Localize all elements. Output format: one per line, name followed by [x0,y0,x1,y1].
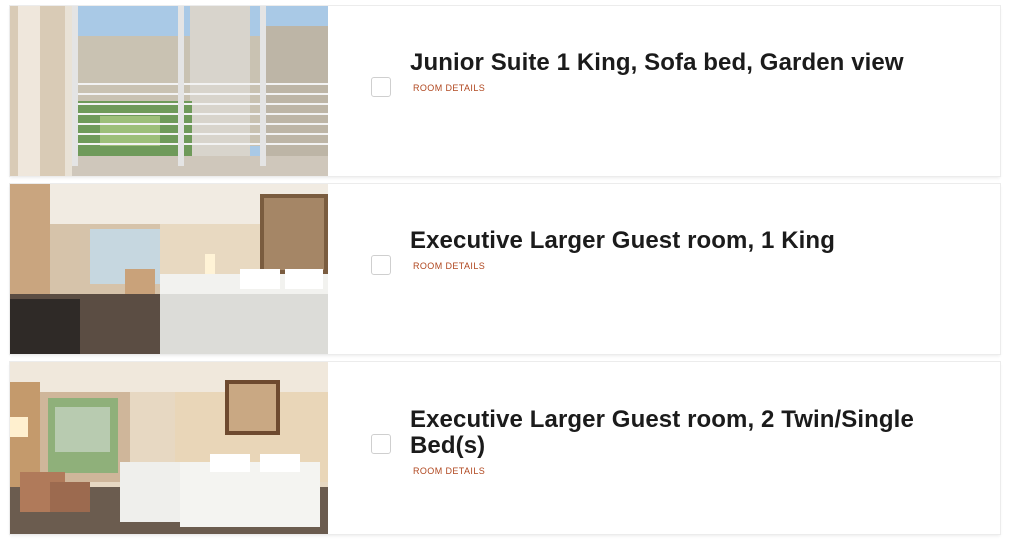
room-select-checkbox[interactable] [371,255,391,275]
room-card: Junior Suite 1 King, Sofa bed, Garden vi… [10,6,1000,176]
room-details-link[interactable]: ROOM DETAILS [413,466,485,476]
room-title: Executive Larger Guest room, 1 King [410,227,835,254]
room-title: Junior Suite 1 King, Sofa bed, Garden vi… [410,49,904,76]
room-list: Junior Suite 1 King, Sofa bed, Garden vi… [0,0,1024,544]
room-photo-balcony[interactable] [10,6,328,176]
room-details-link[interactable]: ROOM DETAILS [413,83,485,93]
room-card: Executive Larger Guest room, 1 King ROOM… [10,184,1000,354]
room-select-checkbox[interactable] [371,77,391,97]
room-photo-twin-bedroom[interactable] [10,362,328,534]
room-select-checkbox[interactable] [371,434,391,454]
room-details-link[interactable]: ROOM DETAILS [413,261,485,271]
room-card: Executive Larger Guest room, 2 Twin/Sing… [10,362,1000,534]
room-title: Executive Larger Guest room, 2 Twin/Sing… [410,406,914,459]
room-photo-king-bedroom[interactable] [10,184,328,354]
